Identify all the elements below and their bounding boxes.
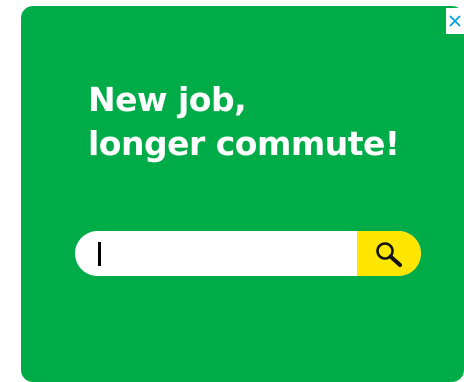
search-button[interactable] [357,231,421,276]
search-bar [75,231,421,276]
close-ad-button[interactable] [446,8,464,34]
close-icon [449,15,461,27]
text-cursor [98,242,101,266]
search-input[interactable] [75,231,355,276]
ad-banner[interactable]: New job, longer commute! [21,6,464,382]
ad-headline: New job, longer commute! [88,78,400,166]
headline-line-1: New job, [88,80,247,119]
headline-line-2: longer commute! [88,124,400,163]
magnifier-icon [376,242,402,267]
